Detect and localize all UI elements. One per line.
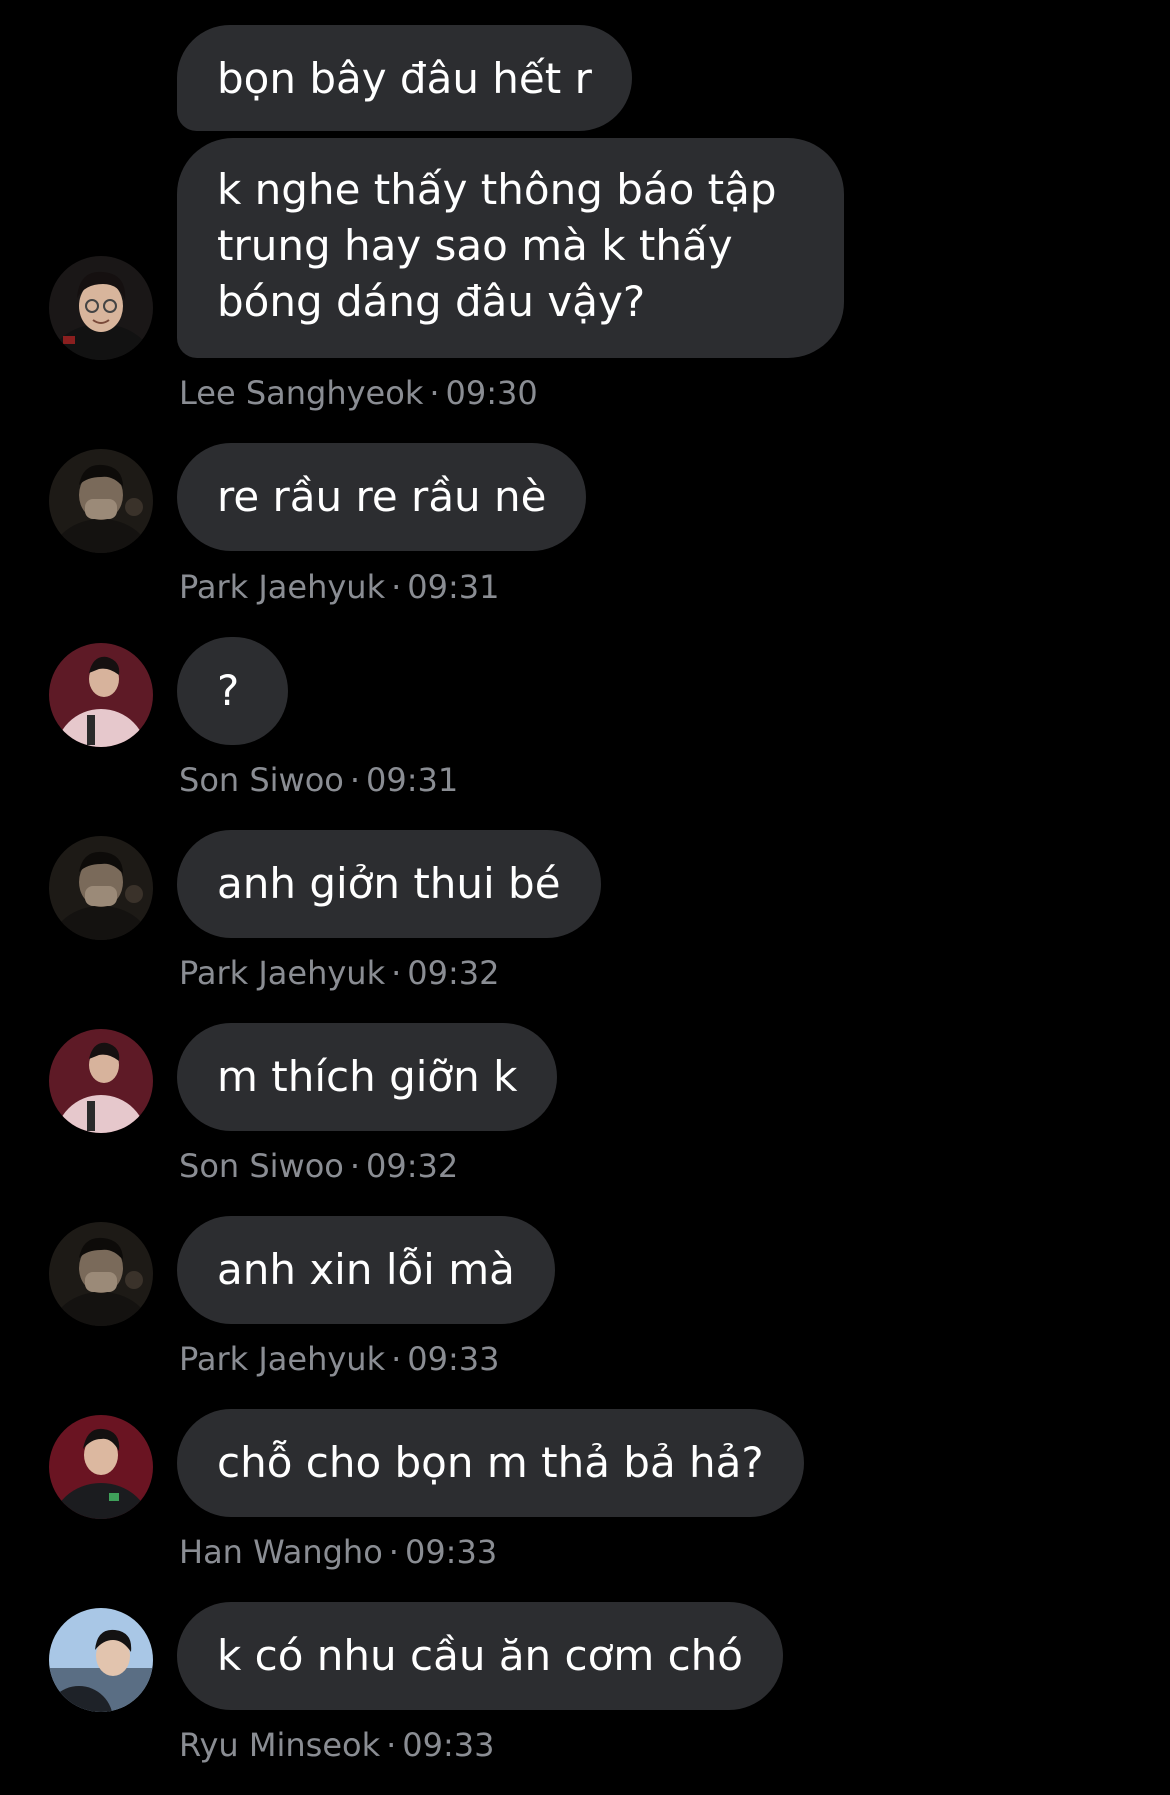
message-meta: Han Wangho · 09:33: [179, 1532, 497, 1572]
avatar-image: [49, 449, 153, 553]
message-text: m thích giỡn k: [217, 1052, 518, 1101]
avatar-image: [49, 836, 153, 940]
message-meta: Son Siwoo · 09:32: [179, 1146, 458, 1186]
sender-name: Lee Sanghyeok: [179, 374, 424, 412]
avatar-lee-sanghyeok[interactable]: [49, 256, 153, 360]
message-bubble[interactable]: re rầu re rầu nè: [177, 443, 587, 551]
sender-name: Son Siwoo: [179, 1147, 344, 1185]
meta-separator: ·: [391, 568, 402, 606]
avatar-image: [49, 1415, 153, 1519]
message-bubble[interactable]: anh xin lỗi mà: [177, 1216, 555, 1324]
message-meta: Ryu Minseok · 09:33: [179, 1725, 495, 1765]
meta-separator: ·: [349, 1147, 361, 1185]
meta-separator: ·: [386, 1726, 397, 1764]
message-time: 09:30: [445, 374, 538, 412]
message-text: bọn bây đâu hết r: [217, 54, 592, 103]
message-time: 09:31: [407, 568, 500, 606]
message-text: k có nhu cầu ăn cơm chó: [217, 1631, 743, 1680]
sender-name: Han Wangho: [179, 1533, 383, 1571]
avatar-image: [49, 1608, 153, 1712]
meta-separator: ·: [391, 954, 402, 992]
message-text: anh giởn thui bé: [217, 859, 561, 908]
avatar-son-siwoo[interactable]: [49, 643, 153, 747]
message-meta: Son Siwoo · 09:31: [179, 760, 458, 800]
sender-name: Park Jaehyuk: [179, 954, 386, 992]
message-text: re rầu re rầu nè: [217, 472, 547, 521]
message-meta: Park Jaehyuk · 09:31: [179, 567, 499, 607]
sender-name: Park Jaehyuk: [179, 1340, 386, 1378]
message-time: 09:33: [407, 1340, 500, 1378]
avatar-son-siwoo[interactable]: [49, 1029, 153, 1133]
message-meta: Park Jaehyuk · 09:33: [179, 1339, 499, 1379]
message-bubble[interactable]: anh giởn thui bé: [177, 830, 601, 938]
message-bubble[interactable]: bọn bây đâu hết r: [177, 25, 632, 131]
meta-separator: ·: [391, 1340, 402, 1378]
message-time: 09:33: [402, 1726, 495, 1764]
sender-name: Park Jaehyuk: [179, 568, 386, 606]
message-thread[interactable]: bọn bây đâu hết r k nghe thấy thông báo …: [0, 0, 1170, 1795]
avatar-image: [49, 1222, 153, 1326]
message-time: 09:32: [407, 954, 500, 992]
message-text: ?: [217, 666, 240, 715]
message-time: 09:32: [366, 1147, 459, 1185]
avatar-image: [49, 256, 153, 360]
meta-separator: ·: [429, 374, 440, 412]
message-bubble[interactable]: chỗ cho bọn m thả bả hả?: [177, 1409, 804, 1517]
sender-name: Ryu Minseok: [179, 1726, 381, 1764]
message-time: 09:33: [404, 1533, 498, 1571]
avatar-image: [49, 643, 153, 747]
avatar-han-wangho[interactable]: [49, 1415, 153, 1519]
avatar-ryu-minseok[interactable]: [49, 1608, 153, 1712]
avatar-park-jaehyuk[interactable]: [49, 449, 153, 553]
message-text: k nghe thấy thông báo tập trung hay sao …: [217, 165, 777, 326]
message-meta: Park Jaehyuk · 09:32: [179, 953, 499, 993]
message-text: chỗ cho bọn m thả bả hả?: [217, 1438, 764, 1487]
avatar-park-jaehyuk[interactable]: [49, 1222, 153, 1326]
meta-separator: ·: [388, 1533, 399, 1571]
message-bubble[interactable]: k có nhu cầu ăn cơm chó: [177, 1602, 783, 1710]
sender-name: Son Siwoo: [179, 761, 344, 799]
message-time: 09:31: [366, 761, 459, 799]
message-meta: Lee Sanghyeok · 09:30: [179, 373, 538, 413]
meta-separator: ·: [349, 761, 361, 799]
message-bubble[interactable]: m thích giỡn k: [177, 1023, 558, 1131]
message-bubble[interactable]: ?: [177, 637, 288, 745]
avatar-park-jaehyuk[interactable]: [49, 836, 153, 940]
message-bubble[interactable]: k nghe thấy thông báo tập trung hay sao …: [177, 138, 844, 358]
message-text: anh xin lỗi mà: [217, 1245, 515, 1294]
avatar-image: [49, 1029, 153, 1133]
